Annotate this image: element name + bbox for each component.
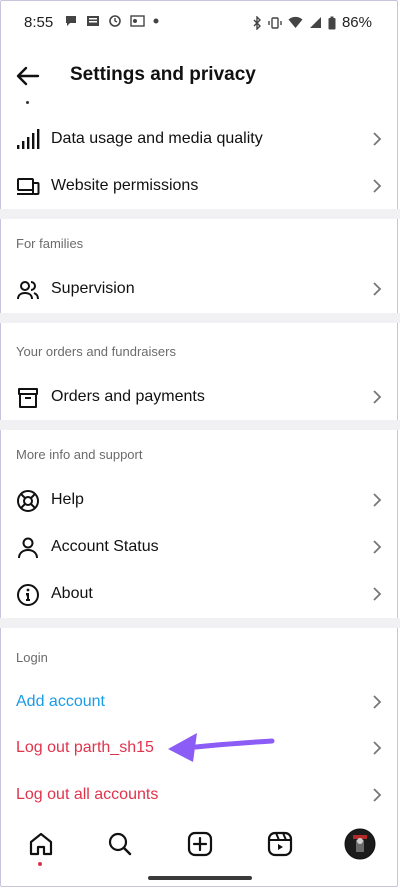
home-icon[interactable] [27, 830, 55, 858]
section-title-families: For families [16, 236, 84, 251]
lifebuoy-icon [17, 490, 39, 512]
dot-icon [153, 18, 159, 24]
menu-item-log-out-user[interactable]: Log out parth_sh15 [0, 726, 400, 770]
profile-avatar[interactable] [344, 828, 376, 860]
arrow-left-icon[interactable] [14, 62, 42, 90]
section-divider [0, 618, 400, 628]
people-icon [17, 281, 39, 300]
person-icon [18, 537, 38, 559]
menu-item-website-permissions[interactable]: Website permissions [0, 164, 400, 208]
chevron-right-icon [373, 587, 382, 601]
info-icon [17, 584, 39, 606]
battery-icon [328, 16, 336, 29]
vibrate-icon [268, 16, 282, 29]
section-title-support: More info and support [16, 447, 143, 462]
section-divider [0, 313, 400, 323]
page-title: Settings and privacy [70, 64, 256, 85]
signal-bars-icon [17, 129, 40, 149]
app-header: Settings and privacy [0, 52, 400, 100]
section-divider [0, 420, 400, 430]
menu-item-label: Website permissions [51, 177, 199, 194]
menu-item-help[interactable]: Help [0, 478, 400, 522]
section-title-orders: Your orders and fundraisers [16, 344, 176, 359]
home-indicator [148, 876, 252, 880]
search-icon[interactable] [106, 830, 134, 858]
log-out-all-link: Log out all accounts [16, 786, 159, 803]
menu-item-label: Orders and payments [51, 388, 205, 405]
menu-item-label: Data usage and media quality [51, 130, 263, 147]
outlook-icon [130, 15, 145, 27]
chevron-right-icon [373, 741, 382, 755]
chevron-right-icon [373, 788, 382, 802]
status-bar: 8:55 86% [0, 0, 400, 44]
chevron-right-icon [373, 282, 382, 296]
chevron-right-icon [373, 179, 382, 193]
chat-bubble-icon [66, 16, 76, 26]
chevron-right-icon [373, 493, 382, 507]
scroll-remnant [26, 101, 29, 104]
create-icon[interactable] [186, 830, 214, 858]
chevron-right-icon [373, 390, 382, 404]
section-title-login: Login [16, 650, 48, 665]
news-icon [87, 16, 99, 26]
timer-icon [109, 15, 121, 27]
menu-item-label: About [51, 585, 93, 602]
menu-item-data-usage[interactable]: Data usage and media quality [0, 117, 400, 161]
menu-item-supervision[interactable]: Supervision [0, 267, 400, 311]
reels-icon[interactable] [266, 830, 294, 858]
menu-item-label: Help [51, 491, 84, 508]
menu-item-about[interactable]: About [0, 572, 400, 616]
menu-item-orders-payments[interactable]: Orders and payments [0, 375, 400, 419]
wifi-icon [288, 16, 303, 28]
devices-icon [17, 178, 40, 195]
chevron-right-icon [373, 540, 382, 554]
signal-icon [309, 17, 321, 28]
menu-item-add-account[interactable]: Add account [0, 680, 400, 724]
chevron-right-icon [373, 695, 382, 709]
section-divider [0, 209, 400, 219]
chevron-right-icon [373, 132, 382, 146]
battery-percent: 86% [341, 14, 372, 31]
notification-icons [64, 14, 159, 28]
log-out-user-link: Log out parth_sh15 [16, 739, 154, 756]
bluetooth-icon [253, 15, 261, 30]
bottom-tab-bar [0, 820, 400, 868]
status-time: 8:55 [24, 14, 54, 31]
system-icons: 86% [252, 14, 372, 31]
add-account-link: Add account [16, 693, 105, 710]
active-tab-dot [38, 862, 42, 866]
menu-item-label: Account Status [51, 538, 159, 555]
box-icon [18, 388, 38, 408]
menu-item-account-status[interactable]: Account Status [0, 525, 400, 569]
menu-item-label: Supervision [51, 280, 135, 297]
menu-item-log-out-all[interactable]: Log out all accounts [0, 773, 400, 817]
